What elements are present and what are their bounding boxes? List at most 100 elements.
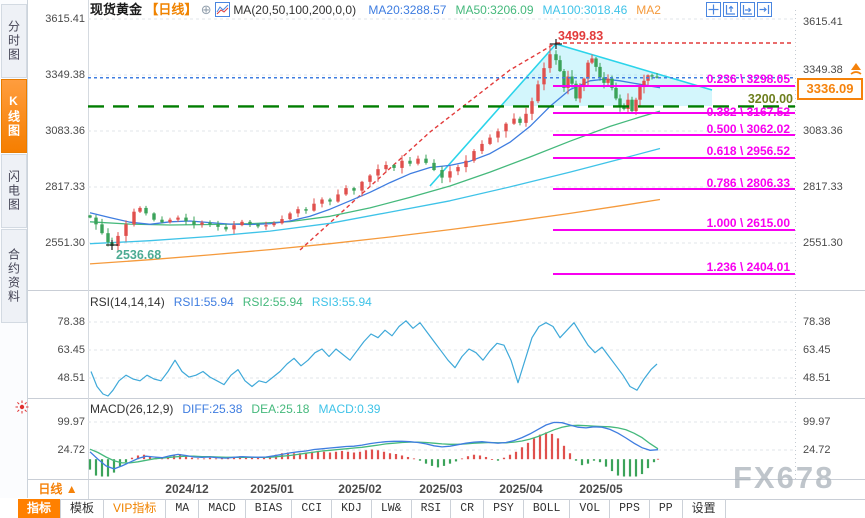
toolbar-item-vol[interactable]: VOL bbox=[570, 499, 610, 518]
macd-axis-label-left: 24.72 bbox=[30, 444, 85, 457]
candle-body bbox=[344, 188, 347, 194]
candle-body bbox=[586, 63, 589, 79]
toolbar-item-pps[interactable]: PPS bbox=[610, 499, 650, 518]
period-selector[interactable]: 日线 ▲ bbox=[28, 480, 89, 499]
goto-latest-icon[interactable] bbox=[757, 2, 772, 17]
chart-type-icon[interactable] bbox=[215, 2, 230, 17]
toolbar-item-cr[interactable]: CR bbox=[451, 499, 484, 518]
toolbar-item-kdj[interactable]: KDJ bbox=[332, 499, 372, 518]
add-indicator-icon[interactable]: ⊕ bbox=[201, 2, 212, 17]
pane-settings-icon[interactable] bbox=[15, 400, 29, 414]
ma50-line bbox=[90, 111, 660, 225]
latest-price-marker[interactable] bbox=[849, 62, 863, 81]
y-axis-label-left: 3083.36 bbox=[30, 125, 85, 138]
macd-hist-bar bbox=[401, 455, 403, 459]
crosshair-icon[interactable] bbox=[706, 2, 721, 17]
toolbar-item-pp[interactable]: PP bbox=[650, 499, 683, 518]
macd-hist-bar bbox=[341, 451, 343, 459]
candle-body bbox=[304, 209, 307, 210]
sidebar-tab-timeshare[interactable]: 分时图 bbox=[1, 4, 27, 78]
candle-body bbox=[558, 60, 561, 71]
macd-hist-bar bbox=[197, 458, 199, 459]
macd-hist-bar bbox=[353, 453, 355, 460]
macd-hist-bar bbox=[323, 452, 325, 459]
candle-body bbox=[432, 163, 435, 170]
y-axis-label-left: 2551.30 bbox=[30, 237, 85, 250]
sidebar-tab-kline[interactable]: K线图 bbox=[1, 79, 27, 153]
candle-body bbox=[296, 209, 299, 213]
candle-body bbox=[392, 165, 395, 168]
toolbar-item-settings[interactable]: 设置 bbox=[683, 499, 726, 518]
macd-hist-bar bbox=[455, 459, 457, 461]
macd-hist-bar bbox=[569, 453, 571, 459]
macd-hist-bar bbox=[587, 459, 589, 463]
macd-hist-bar bbox=[605, 459, 607, 466]
fib-label-0.618: 0.618 \ 2956.52 bbox=[638, 145, 790, 158]
candle-body bbox=[328, 199, 331, 201]
macd-hist-bar bbox=[461, 458, 463, 459]
candle-body bbox=[248, 222, 251, 225]
candle-body bbox=[480, 144, 483, 151]
macd-hist-bar bbox=[641, 459, 643, 474]
toolbar-item-vip-indicator[interactable]: VIP指标 bbox=[104, 499, 166, 518]
candle-body bbox=[160, 220, 163, 223]
macd-hist-bar bbox=[335, 452, 337, 459]
macd-hist-bar bbox=[497, 459, 499, 460]
macd-hist-bar bbox=[89, 459, 91, 469]
candle-body bbox=[352, 188, 355, 191]
y-axis-label-left: 2817.33 bbox=[30, 181, 85, 194]
toolbar-item-rsi[interactable]: RSI bbox=[412, 499, 452, 518]
macd-hist-bar bbox=[365, 450, 367, 459]
toolbar-item-indicator[interactable]: 指标 bbox=[18, 499, 61, 518]
ma-value-3: MA2 bbox=[636, 3, 661, 17]
candle-body bbox=[630, 100, 633, 111]
toolbar-item-bias[interactable]: BIAS bbox=[246, 499, 293, 518]
macd-hist-bar bbox=[425, 459, 427, 463]
candle-body bbox=[548, 54, 551, 68]
y-axis-label-right: 3615.41 bbox=[803, 16, 843, 29]
candle-body bbox=[106, 233, 109, 242]
macd-hist-bar bbox=[485, 457, 487, 459]
candle-body bbox=[138, 208, 141, 212]
sidebar-tab-lightning[interactable]: 闪电图 bbox=[1, 154, 27, 228]
scale-x-icon[interactable] bbox=[740, 2, 755, 17]
indicator-toolbar: 指标模板VIP指标MAMACDBIASCCIKDJLW&RSICRPSYBOLL… bbox=[18, 499, 726, 518]
candle-body bbox=[590, 58, 593, 62]
candle-body bbox=[376, 169, 379, 175]
toolbar-item-template[interactable]: 模板 bbox=[61, 499, 104, 518]
toolbar-item-macd[interactable]: MACD bbox=[199, 499, 246, 518]
fib-label-0.236: 0.236 \ 3298.05 bbox=[638, 73, 790, 86]
time-axis-label: 2025/02 bbox=[338, 480, 381, 498]
period-label[interactable]: 【日线】 bbox=[145, 2, 197, 17]
candle-body bbox=[488, 138, 491, 144]
candle-body bbox=[336, 194, 339, 201]
toolbar-item-lw[interactable]: LW& bbox=[372, 499, 412, 518]
fib-label-1.236: 1.236 \ 2404.01 bbox=[638, 261, 790, 274]
sidebar-tab-contract-info[interactable]: 合约资料 bbox=[1, 229, 27, 323]
y-axis-label-left: 3349.38 bbox=[30, 69, 85, 82]
candle-body bbox=[232, 225, 235, 229]
macd-hist-bar bbox=[527, 443, 529, 459]
toolbar-item-psy[interactable]: PSY bbox=[484, 499, 524, 518]
chart-tool-icons bbox=[704, 2, 772, 21]
time-axis-label: 2025/03 bbox=[419, 480, 462, 498]
scale-y-icon[interactable] bbox=[723, 2, 738, 17]
y-axis-label-right: 3083.36 bbox=[803, 125, 843, 138]
macd-hist-bar bbox=[581, 459, 583, 465]
candle-body bbox=[530, 101, 533, 114]
rsi-axis-label-right: 63.45 bbox=[803, 344, 831, 357]
macd-hist-bar bbox=[635, 459, 637, 476]
macd-hist-bar bbox=[377, 450, 379, 459]
candle-body bbox=[554, 54, 557, 60]
macd-hist-bar bbox=[557, 438, 559, 459]
toolbar-item-boll[interactable]: BOLL bbox=[524, 499, 571, 518]
candle-body bbox=[518, 119, 521, 123]
macd-hist-bar bbox=[359, 452, 361, 459]
macd-hist-bar bbox=[107, 459, 109, 476]
toolbar-item-ma[interactable]: MA bbox=[166, 499, 199, 518]
macd-hist-bar bbox=[389, 453, 391, 459]
macd-hist-bar bbox=[215, 458, 217, 459]
toolbar-item-cci[interactable]: CCI bbox=[292, 499, 332, 518]
fib-label-0.382: 0.382 \ 3167.52 bbox=[638, 106, 790, 119]
fib-label-0.786: 0.786 \ 2806.33 bbox=[638, 177, 790, 190]
